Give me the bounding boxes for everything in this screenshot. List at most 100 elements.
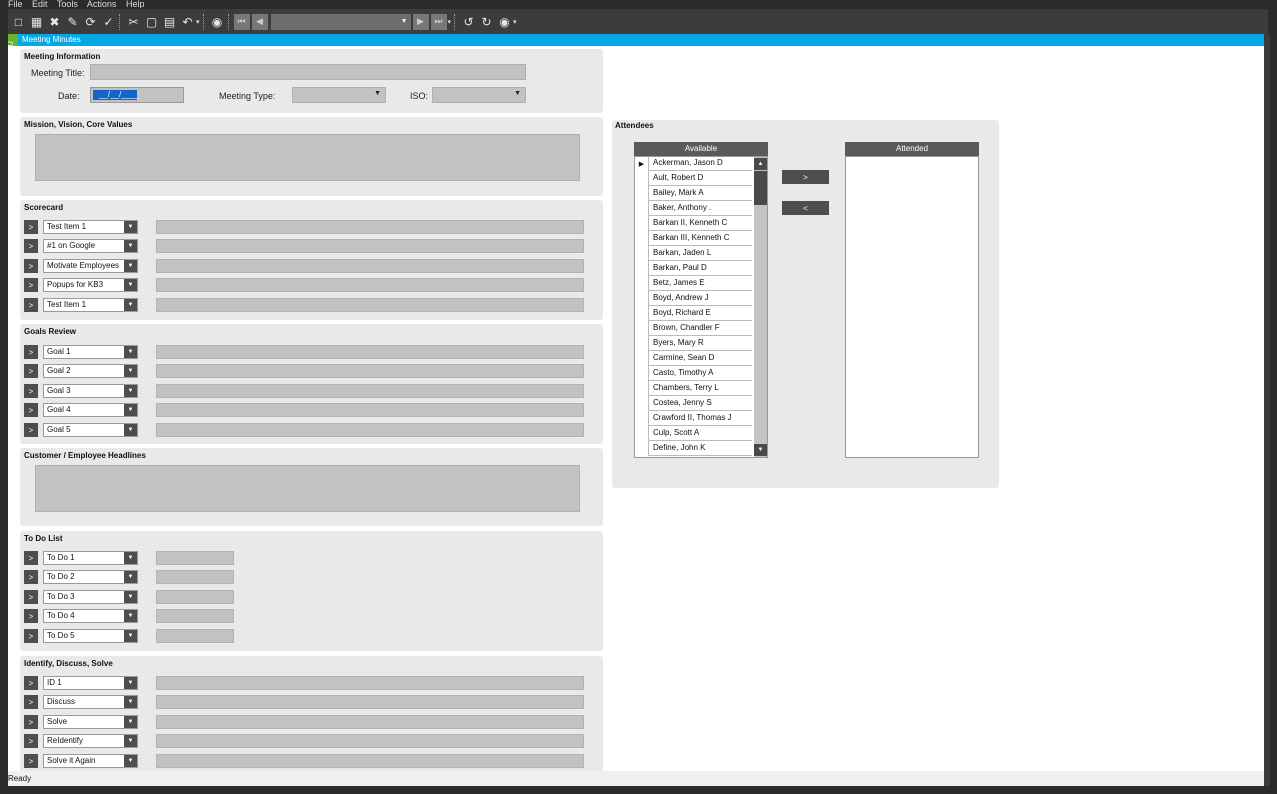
scroll-down-icon[interactable]: ▼: [754, 444, 767, 456]
row-header[interactable]: [635, 171, 649, 186]
chevron-down-icon[interactable]: ▾: [196, 18, 200, 26]
window-scrollbar[interactable]: [1264, 34, 1270, 786]
todo-select[interactable]: To Do 5 ▼: [43, 629, 138, 643]
todo-select[interactable]: To Do 2 ▼: [43, 570, 138, 584]
attended-header[interactable]: Attended: [845, 142, 979, 156]
scorecard-select[interactable]: Motivate Employees ▼: [43, 259, 138, 273]
available-attendee-row[interactable]: Boyd, Richard E: [635, 306, 752, 321]
save-icon[interactable]: ▦: [29, 14, 44, 29]
goal-row-button[interactable]: >: [24, 364, 38, 378]
todo-row-button[interactable]: >: [24, 551, 38, 565]
row-header[interactable]: [635, 426, 649, 441]
refresh-icon[interactable]: ⟳: [83, 14, 98, 29]
goal-select[interactable]: Goal 2 ▼: [43, 364, 138, 378]
scorecard-row-button[interactable]: >: [24, 239, 38, 253]
available-attendee-row[interactable]: Carmine, Sean D: [635, 351, 752, 366]
row-header[interactable]: [635, 261, 649, 276]
row-header[interactable]: [635, 336, 649, 351]
iso-combo[interactable]: ▼: [432, 87, 526, 103]
headlines-textarea[interactable]: [35, 465, 580, 512]
ids-value-field[interactable]: [156, 754, 584, 768]
goal-select[interactable]: Goal 3 ▼: [43, 384, 138, 398]
search-icon[interactable]: ◉: [210, 14, 225, 29]
ids-row-button[interactable]: >: [24, 676, 38, 690]
todo-value-field[interactable]: [156, 551, 234, 565]
menu-edit[interactable]: Edit: [32, 0, 48, 8]
menu-tools[interactable]: Tools: [57, 0, 78, 8]
available-attendee-row[interactable]: Boyd, Andrew J: [635, 291, 752, 306]
goal-value-field[interactable]: [156, 364, 584, 378]
ids-select[interactable]: ID 1 ▼: [43, 676, 138, 690]
add-attendee-button[interactable]: >: [782, 170, 829, 184]
goal-select[interactable]: Goal 5 ▼: [43, 423, 138, 437]
chevron-down-icon[interactable]: ▾: [448, 18, 452, 26]
goal-value-field[interactable]: [156, 345, 584, 359]
todo-select[interactable]: To Do 1 ▼: [43, 551, 138, 565]
row-header[interactable]: [635, 291, 649, 306]
remove-attendee-button[interactable]: <: [782, 201, 829, 215]
goal-value-field[interactable]: [156, 423, 584, 437]
goal-select[interactable]: Goal 4 ▼: [43, 403, 138, 417]
available-attendee-row[interactable]: Barkan II, Kenneth C: [635, 216, 752, 231]
todo-value-field[interactable]: [156, 570, 234, 584]
scorecard-select[interactable]: Test Item 1 ▼: [43, 220, 138, 234]
ids-row-button[interactable]: >: [24, 734, 38, 748]
row-header[interactable]: [635, 396, 649, 411]
available-attendee-row[interactable]: Bailey, Mark A: [635, 186, 752, 201]
paste-icon[interactable]: ▤: [162, 14, 177, 29]
ids-value-field[interactable]: [156, 695, 584, 709]
row-header[interactable]: [635, 366, 649, 381]
todo-row-button[interactable]: >: [24, 629, 38, 643]
available-attendee-row[interactable]: Costea, Jenny S: [635, 396, 752, 411]
goal-row-button[interactable]: >: [24, 423, 38, 437]
goal-value-field[interactable]: [156, 403, 584, 417]
scorecard-value-field[interactable]: [156, 239, 584, 253]
menu-actions[interactable]: Actions: [87, 0, 117, 8]
row-header[interactable]: [635, 246, 649, 261]
menu-help[interactable]: Help: [126, 0, 145, 8]
row-header[interactable]: [635, 381, 649, 396]
scroll-up-icon[interactable]: ▲: [754, 158, 767, 170]
row-header[interactable]: [635, 411, 649, 426]
first-icon[interactable]: ⏮: [233, 13, 250, 30]
scorecard-value-field[interactable]: [156, 298, 584, 312]
row-header[interactable]: [635, 276, 649, 291]
clear-icon[interactable]: ✎: [65, 14, 80, 29]
last-icon[interactable]: ⏭: [430, 13, 447, 30]
scorecard-row-button[interactable]: >: [24, 278, 38, 292]
home-icon[interactable]: ◉: [497, 14, 512, 29]
ids-row-button[interactable]: >: [24, 754, 38, 768]
menu-file[interactable]: File: [8, 0, 23, 8]
row-header[interactable]: [635, 201, 649, 216]
available-grid[interactable]: ▶ Ackerman, Jason D Ault, Robert D Bailey, …: [634, 156, 768, 458]
goal-select[interactable]: Goal 1 ▼: [43, 345, 138, 359]
available-attendee-row[interactable]: Barkan, Jaden L: [635, 246, 752, 261]
available-attendee-row[interactable]: Culp, Scott A: [635, 426, 752, 441]
scorecard-value-field[interactable]: [156, 220, 584, 234]
todo-value-field[interactable]: [156, 590, 234, 604]
goal-value-field[interactable]: [156, 384, 584, 398]
scorecard-select[interactable]: #1 on Google ▼: [43, 239, 138, 253]
scorecard-value-field[interactable]: [156, 259, 584, 273]
ids-value-field[interactable]: [156, 734, 584, 748]
todo-select[interactable]: To Do 3 ▼: [43, 590, 138, 604]
next-icon[interactable]: ▶: [412, 13, 429, 30]
available-attendee-row[interactable]: Chambers, Terry L: [635, 381, 752, 396]
row-header[interactable]: [635, 351, 649, 366]
meeting-title-field[interactable]: [90, 64, 526, 80]
ids-select[interactable]: Discuss ▼: [43, 695, 138, 709]
available-attendee-row[interactable]: Brown, Chandler F: [635, 321, 752, 336]
undo-icon[interactable]: ↶: [180, 14, 195, 29]
new-icon[interactable]: □: [11, 14, 26, 29]
mission-textarea[interactable]: [35, 134, 580, 181]
row-header[interactable]: [635, 306, 649, 321]
forward-icon[interactable]: ↻: [479, 14, 494, 29]
available-attendee-row[interactable]: Byers, Mary R: [635, 336, 752, 351]
chevron-down-icon[interactable]: ▾: [513, 18, 517, 26]
available-scrollbar[interactable]: ▲ ▼: [754, 157, 767, 457]
goal-row-button[interactable]: >: [24, 345, 38, 359]
available-attendee-row[interactable]: ▶ Ackerman, Jason D: [635, 157, 752, 171]
ids-value-field[interactable]: [156, 676, 584, 690]
delete-icon[interactable]: ✖: [47, 14, 62, 29]
available-attendee-row[interactable]: Ault, Robert D: [635, 171, 752, 186]
